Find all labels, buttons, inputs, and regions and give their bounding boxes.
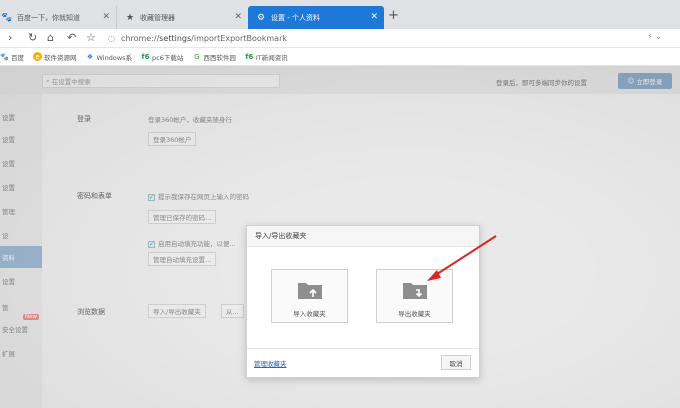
import-export-dialog: 导入/导出收藏夹 导入收藏夹 导出收藏夹 管理收藏夹 取消 <box>246 225 480 378</box>
sidebar-item[interactable]: 设置 <box>0 106 42 128</box>
reload-icon[interactable]: ↻ <box>28 30 37 46</box>
manage-autofill-button[interactable]: 管理自动填充设置... <box>148 252 217 266</box>
forward-icon[interactable]: › <box>8 30 12 46</box>
new-badge: New <box>23 314 39 320</box>
folder-export-icon <box>403 283 427 299</box>
manage-passwords-button[interactable]: 管理已保存的密码... <box>148 210 217 224</box>
bookmark-item[interactable]: f6 IT新闻资讯 <box>245 52 287 62</box>
bookmark-item[interactable]: ❖ Windows系 <box>86 52 132 62</box>
url-scheme: chrome:// <box>120 34 160 43</box>
url-path: /importExportBookmark <box>191 34 287 43</box>
dialog-title: 导入/导出收藏夹 <box>247 226 479 247</box>
security-icon: ◌ <box>108 34 115 43</box>
export-bookmarks-button[interactable]: 导出收藏夹 <box>376 269 453 323</box>
lightning-icon[interactable]: ⚡ ⌄ <box>647 32 662 41</box>
windows-icon: ❖ <box>86 52 94 61</box>
site-icon: e <box>33 52 42 61</box>
site-icon: f6 <box>245 52 254 61</box>
dialog-footer: 管理收藏夹 取消 <box>247 348 479 378</box>
new-tab-button[interactable]: + <box>388 8 399 23</box>
bookmark-item[interactable]: e 软件资源网 <box>33 52 77 62</box>
manage-bookmarks-link[interactable]: 管理收藏夹 <box>254 358 287 368</box>
sidebar-item-security[interactable]: 安全设置 New <box>0 314 42 340</box>
address-bar[interactable]: ◌ chrome://settings/importExportBookmark… <box>108 31 668 46</box>
section-password-title: 密码和表单 <box>77 192 112 200</box>
tab-bookmark-manager[interactable]: ★ 收藏管理器 ✕ <box>116 6 248 29</box>
sidebar-item[interactable]: 设置 <box>0 176 42 198</box>
autofill-option[interactable]: ✓ 启用自动填充功能，以便... <box>148 238 236 248</box>
tab-settings[interactable]: ⚙ 设置 - 个人资料 ✕ <box>248 6 384 29</box>
gear-icon: ⚙ <box>256 12 266 23</box>
login-360-button[interactable]: 登录360帐户 <box>148 132 197 146</box>
checkbox-icon[interactable]: ✓ <box>148 240 155 248</box>
sidebar-item[interactable]: 扩展 <box>0 342 42 364</box>
paw-icon: 🐾 <box>1 12 13 23</box>
checkbox-icon[interactable]: ✓ <box>148 193 155 201</box>
tab-label: 收藏管理器 <box>140 13 175 22</box>
import-bookmarks-button[interactable]: 导入收藏夹 <box>271 269 348 323</box>
import-label: 导入收藏夹 <box>293 310 326 318</box>
sidebar-item[interactable]: 设置 <box>0 152 42 174</box>
tab-label: 百度一下，你就知道 <box>17 13 80 22</box>
settings-sidebar: 设置 设置 设置 设置 管理 设 资料 设置 管 安全设置 New 扩展 <box>0 94 42 408</box>
sidebar-item[interactable]: 设置 <box>0 128 42 150</box>
export-label: 导出收藏夹 <box>398 310 431 318</box>
settings-header: ⌕ 在设置中搜索 登录后，即可多端同步你的设置 ☺ 立即登录 <box>0 66 680 94</box>
import-export-bookmarks-button[interactable]: 导入/导出收藏夹 <box>148 304 206 318</box>
close-icon[interactable]: ✕ <box>370 12 378 22</box>
other-button[interactable]: 从... <box>221 304 244 318</box>
paw-icon: 🐾 <box>0 52 9 61</box>
tab-strip: 🐾 百度一下，你就知道 ✕ ★ 收藏管理器 ✕ ⚙ 设置 - 个人资料 ✕ + <box>0 0 680 29</box>
bookmark-item[interactable]: 🐾 百度 <box>0 52 24 62</box>
section-login-title: 登录 <box>77 115 91 123</box>
settings-search-input[interactable]: ⌕ 在设置中搜索 <box>42 74 280 88</box>
tab-baidu[interactable]: 🐾 百度一下，你就知道 ✕ <box>0 6 116 29</box>
site-icon: G <box>194 52 200 61</box>
cancel-button[interactable]: 取消 <box>441 355 471 370</box>
close-icon[interactable]: ✕ <box>102 12 110 22</box>
toolbar: › ↻ ⌂ ↶ ☆ ◌ chrome://settings/importExpo… <box>0 29 680 48</box>
login-description: 登录360帐户，收藏夹随身行 <box>148 116 232 124</box>
bookmarks-bar: 🐾 百度 e 软件资源网 ❖ Windows系 f6 pc6下载站 G 西西软件园 f6 I… <box>0 48 680 66</box>
url-host: settings <box>159 34 192 43</box>
site-icon: f6 <box>141 52 150 61</box>
section-browse-title: 浏览数据 <box>77 308 105 316</box>
user-icon: ☺ <box>627 77 637 85</box>
bookmark-item[interactable]: f6 pc6下载站 <box>141 52 184 62</box>
login-now-button[interactable]: ☺ 立即登录 <box>618 73 672 89</box>
bookmark-star-icon[interactable]: ☆ <box>86 30 96 46</box>
home-icon[interactable]: ⌂ <box>47 30 54 46</box>
tab-label: 设置 - 个人资料 <box>271 13 320 22</box>
sidebar-item[interactable]: 设 <box>0 224 42 246</box>
star-icon: ★ <box>125 12 135 23</box>
folder-import-icon <box>298 283 322 299</box>
undo-icon[interactable]: ↶ <box>67 30 76 46</box>
sidebar-item[interactable]: 管理 <box>0 200 42 222</box>
sidebar-item-profile[interactable]: 资料 <box>0 246 42 268</box>
close-icon[interactable]: ✕ <box>234 12 242 22</box>
sidebar-item[interactable]: 设置 <box>0 270 42 292</box>
bookmark-item[interactable]: G 西西软件园 <box>192 52 236 62</box>
save-password-option[interactable]: ✓ 提示我保存在网页上输入的密码 <box>148 191 249 201</box>
sync-hint: 登录后，即可多端同步你的设置 <box>496 79 587 87</box>
